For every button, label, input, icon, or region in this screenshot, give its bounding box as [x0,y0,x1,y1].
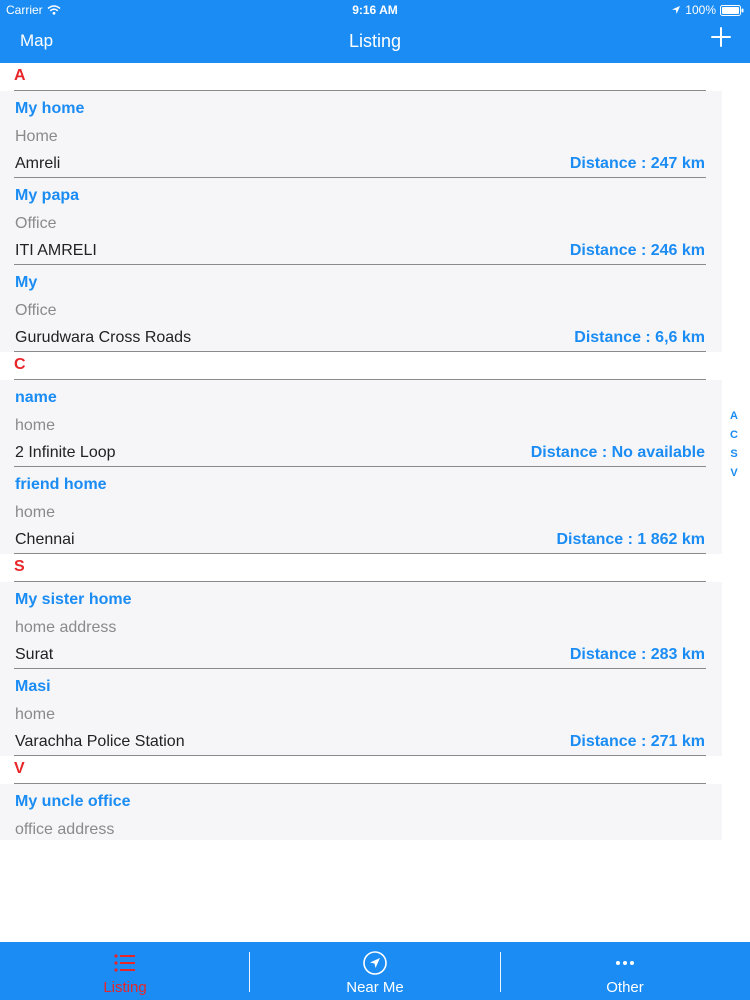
navigation-arrow-icon [363,951,387,975]
item-type: home [15,504,56,521]
section-letter: A [14,67,26,84]
tab-listing[interactable]: Listing [0,942,250,1000]
item-distance: Distance : 283 km [569,646,705,663]
tab-bar: Listing Near Me Other [0,942,750,1000]
item-title: My uncle office [15,793,131,810]
item-title: My home [15,100,85,117]
list-icon [114,954,135,972]
item-address: 2 Infinite Loop [15,444,116,461]
page-title: Listing [348,31,402,51]
section-header-a: A [0,63,722,91]
tab-separator [249,952,250,992]
list-item[interactable]: name home 2 Infinite Loop Distance : No … [0,380,722,467]
item-title: Masi [15,678,51,695]
item-distance: Distance : No available [530,444,705,461]
section-header-c: C [0,352,722,380]
item-address: Gurudwara Cross Roads [15,329,192,346]
section-letter: C [14,356,26,373]
item-address: Surat [15,646,54,663]
navigation-bar: Map Listing [0,20,750,63]
item-address: ITI AMRELI [15,242,97,259]
item-title: name [15,389,57,406]
item-type: Office [15,302,57,319]
section-index: A C S V [726,410,742,479]
battery-icon [720,4,744,16]
index-letter-s[interactable]: S [730,448,737,460]
battery-percent: 100% [685,3,716,17]
section-letter: V [14,760,25,777]
item-distance: Distance : 1 862 km [556,531,705,548]
item-type: home [15,706,56,723]
index-letter-v[interactable]: V [730,467,737,479]
item-type: Home [15,128,58,145]
add-icon[interactable] [710,26,732,48]
status-right: 100% [671,3,744,17]
status-time: 9:16 AM [352,3,398,17]
index-letter-a[interactable]: A [730,410,738,422]
tab-label: Other [606,979,644,996]
tab-near-me[interactable]: Near Me [250,942,500,1000]
item-address: Varachha Police Station [15,733,185,750]
section-header-v: V [0,756,722,784]
item-distance: Distance : 247 km [569,155,705,172]
tab-label: Near Me [346,979,404,996]
list-item[interactable]: My home Home Amreli Distance : 247 km [0,91,722,178]
listing-table: A My home Home Amreli Distance : 247 km … [0,63,722,840]
item-address: Amreli [15,155,61,172]
section-letter: S [14,558,25,575]
list-item[interactable]: My Office Gurudwara Cross Roads Distance… [0,265,722,352]
item-type: office address [15,821,115,838]
item-title: friend home [15,476,107,493]
section-header-s: S [0,554,722,582]
list-item[interactable]: friend home home Chennai Distance : 1 86… [0,467,722,554]
tab-other[interactable]: Other [500,942,750,1000]
tab-label: Listing [103,979,147,996]
item-title: My [15,274,38,291]
location-arrow-icon [672,6,681,14]
item-title: My papa [15,187,80,204]
item-type: home address [15,619,117,636]
item-type: Office [15,215,57,232]
item-type: home [15,417,56,434]
tab-separator [500,952,501,992]
list-item[interactable]: My sister home home address Surat Distan… [0,582,722,669]
item-distance: Distance : 246 km [569,242,705,259]
index-letter-c[interactable]: C [730,429,738,441]
item-distance: Distance : 271 km [569,733,705,750]
list-item[interactable]: Masi home Varachha Police Station Distan… [0,669,722,756]
item-distance: Distance : 6,6 km [574,329,705,346]
status-bar: Carrier 9:16 AM 100% [0,0,750,20]
more-icon [616,961,634,965]
item-address: Chennai [15,531,75,548]
list-item[interactable]: My uncle office office address [0,784,722,840]
item-title: My sister home [15,591,132,608]
list-item[interactable]: My papa Office ITI AMRELI Distance : 246… [0,178,722,265]
